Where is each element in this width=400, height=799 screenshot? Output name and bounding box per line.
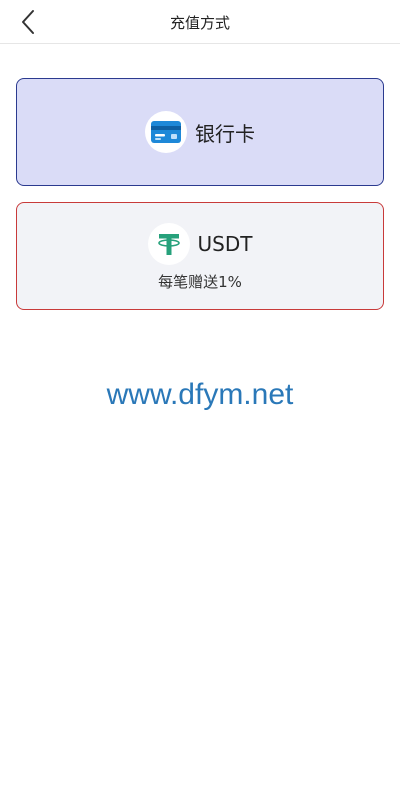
page-title: 充值方式 [169,14,230,32]
usdt-bonus-text: 每笔赠送1% [158,273,242,291]
tether-icon [157,234,180,255]
usdt-option-row: USDT [17,223,383,265]
bank-card-option-row: 银行卡 [17,111,383,153]
site-watermark: www.dfym.net [106,378,294,411]
bank-card-option[interactable]: 银行卡 [16,78,384,186]
tether-icon-wrap [147,223,190,265]
recharge-method-page: 充值方式 银行卡 USDT 每笔赠送1% www.dfym.net [0,0,400,799]
usdt-option[interactable]: USDT 每笔赠送1% [16,202,384,310]
bank-card-icon [151,121,181,143]
bank-card-icon-wrap [145,111,187,153]
header-bar: 充值方式 [0,0,400,44]
usdt-label: USDT [197,232,253,256]
bank-card-label: 银行卡 [195,121,255,146]
